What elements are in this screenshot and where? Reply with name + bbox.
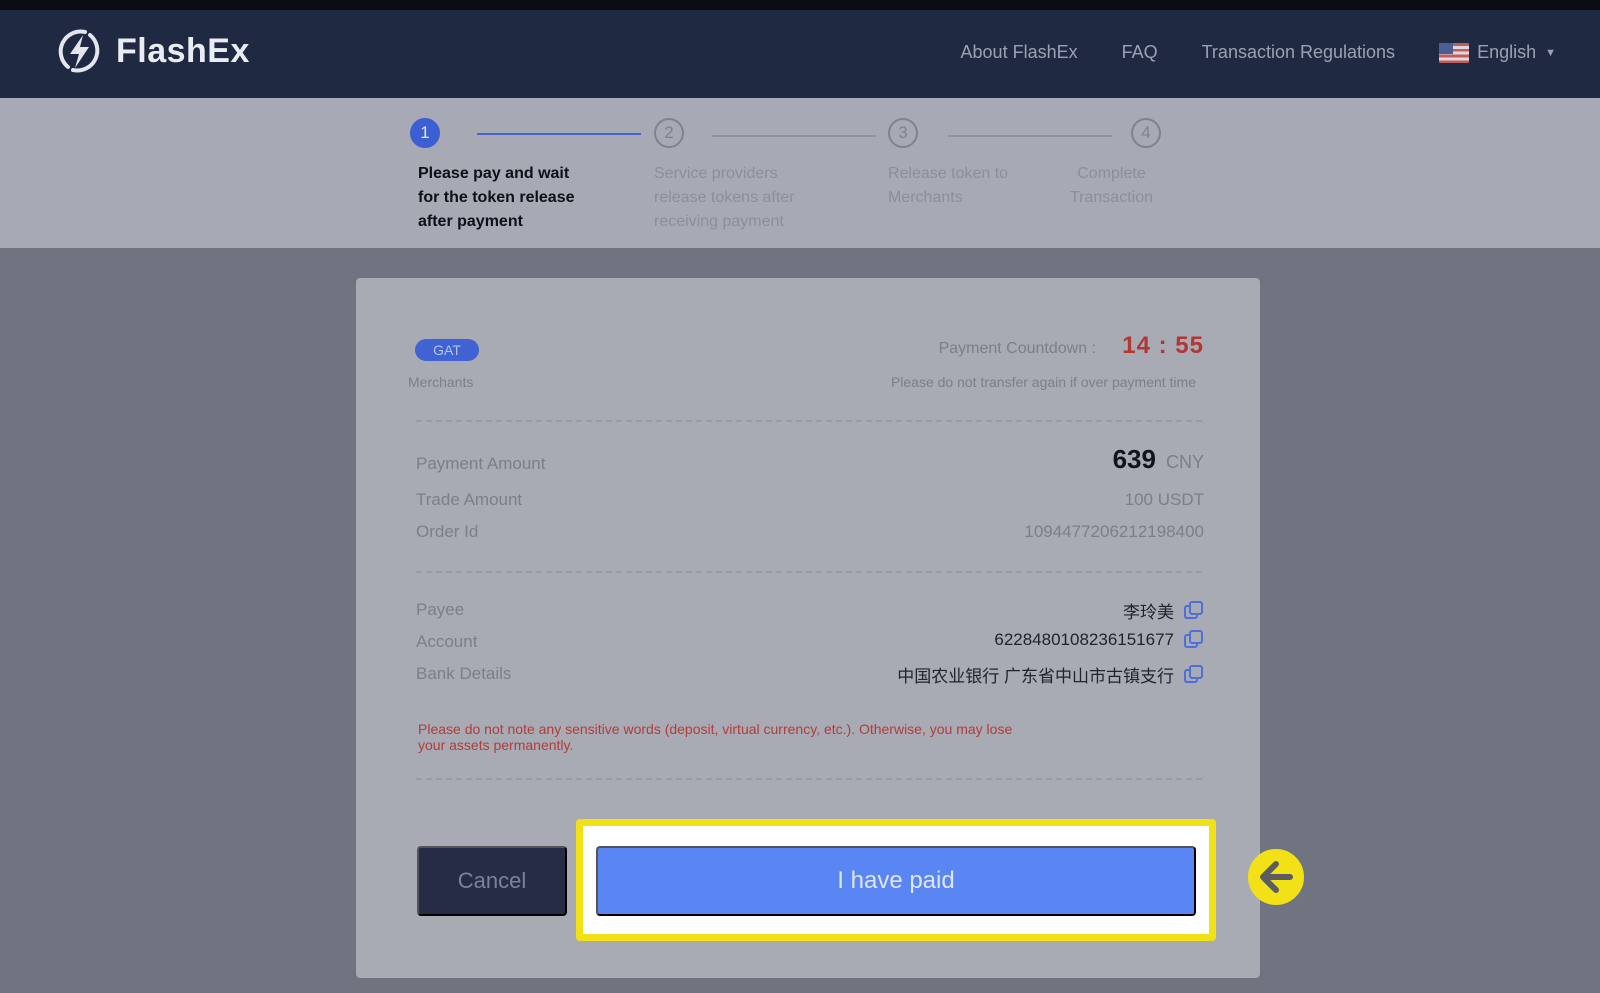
divider [416, 778, 1202, 780]
language-label: English [1477, 42, 1537, 62]
language-selector[interactable]: English ▼ [1439, 42, 1556, 63]
step-connector-3 [948, 135, 1112, 137]
copy-icon[interactable] [1184, 600, 1204, 621]
step-connector-2 [712, 135, 876, 137]
nav-link-about[interactable]: About FlashEx [961, 42, 1078, 63]
trade-amount-value: 100 USDT [1124, 490, 1204, 509]
step-4-indicator: 4 [1131, 118, 1161, 148]
bank-details-label: Bank Details [416, 664, 512, 683]
merchant-badge: GAT [415, 339, 479, 361]
us-flag-icon [1439, 42, 1470, 63]
bank-details-value: 中国农业银行 广东省中山市古镇支行 [897, 667, 1174, 686]
payee-value: 李玲美 [1123, 603, 1174, 622]
top-navbar: FlashEx About FlashEx FAQ Transaction Re… [0, 10, 1600, 98]
payment-amount-value: 639 CNY [1113, 444, 1204, 475]
countdown-note: Please do not transfer again if over pay… [890, 374, 1196, 390]
account-label: Account [416, 632, 478, 651]
copy-icon[interactable] [1184, 630, 1204, 650]
lightning-bolt-icon [58, 29, 100, 73]
order-id-value: 1094477206212198400 [1024, 522, 1204, 541]
payee-row: 李玲美 [1123, 598, 1204, 623]
bank-details-row: 中国农业银行 广东省中山市古镇支行 [897, 662, 1204, 687]
step-1-indicator: 1 [410, 118, 440, 148]
sensitive-words-warning: Please do not note any sensitive words (… [418, 721, 1013, 753]
nav-link-faq[interactable]: FAQ [1122, 42, 1158, 63]
merchant-label: Merchants [408, 374, 474, 390]
caret-down-icon: ▼ [1545, 46, 1556, 59]
payment-card: GAT Merchants Payment Countdown : 14 : 5… [356, 278, 1260, 978]
divider [416, 420, 1202, 422]
cancel-button[interactable]: Cancel [417, 846, 567, 916]
countdown-timer: 14 : 55 [1122, 332, 1204, 359]
payment-amount-number: 639 [1112, 444, 1156, 474]
step-2-label: Service providers release tokens after rec… [654, 165, 795, 230]
account-value: 6228480108236151677 [994, 630, 1174, 649]
step-4-label: Complete Transaction [1070, 165, 1153, 206]
step-1-label: Please pay and wait for the token release… [418, 165, 575, 230]
order-id-label: Order Id [416, 522, 479, 541]
i-have-paid-button[interactable]: I have paid [596, 846, 1196, 916]
step-3-label: Release token to Merchants [888, 165, 1009, 206]
copy-icon[interactable] [1184, 664, 1204, 685]
payment-amount-currency: CNY [1165, 452, 1204, 472]
divider [416, 571, 1202, 573]
account-row: 6228480108236151677 [994, 630, 1204, 650]
countdown-label: Payment Countdown : [938, 340, 1096, 357]
nav-link-regulations[interactable]: Transaction Regulations [1202, 42, 1395, 63]
trade-amount-label: Trade Amount [416, 490, 523, 509]
arrow-left-circle-icon [1248, 849, 1304, 905]
payee-label: Payee [416, 600, 465, 619]
nav-links: About FlashEx FAQ Transaction Regulation… [917, 42, 1556, 63]
brand-name: FlashEx [116, 31, 250, 70]
brand-logo[interactable]: FlashEx [54, 26, 250, 76]
step-connector-1 [477, 133, 641, 135]
step-3-indicator: 3 [888, 118, 918, 148]
progress-steps: 1 2 3 4 Please pay and wait for the token… [0, 98, 1600, 248]
payment-amount-label: Payment Amount [416, 454, 546, 473]
window-top-strip [0, 0, 1600, 10]
step-2-indicator: 2 [654, 118, 684, 148]
